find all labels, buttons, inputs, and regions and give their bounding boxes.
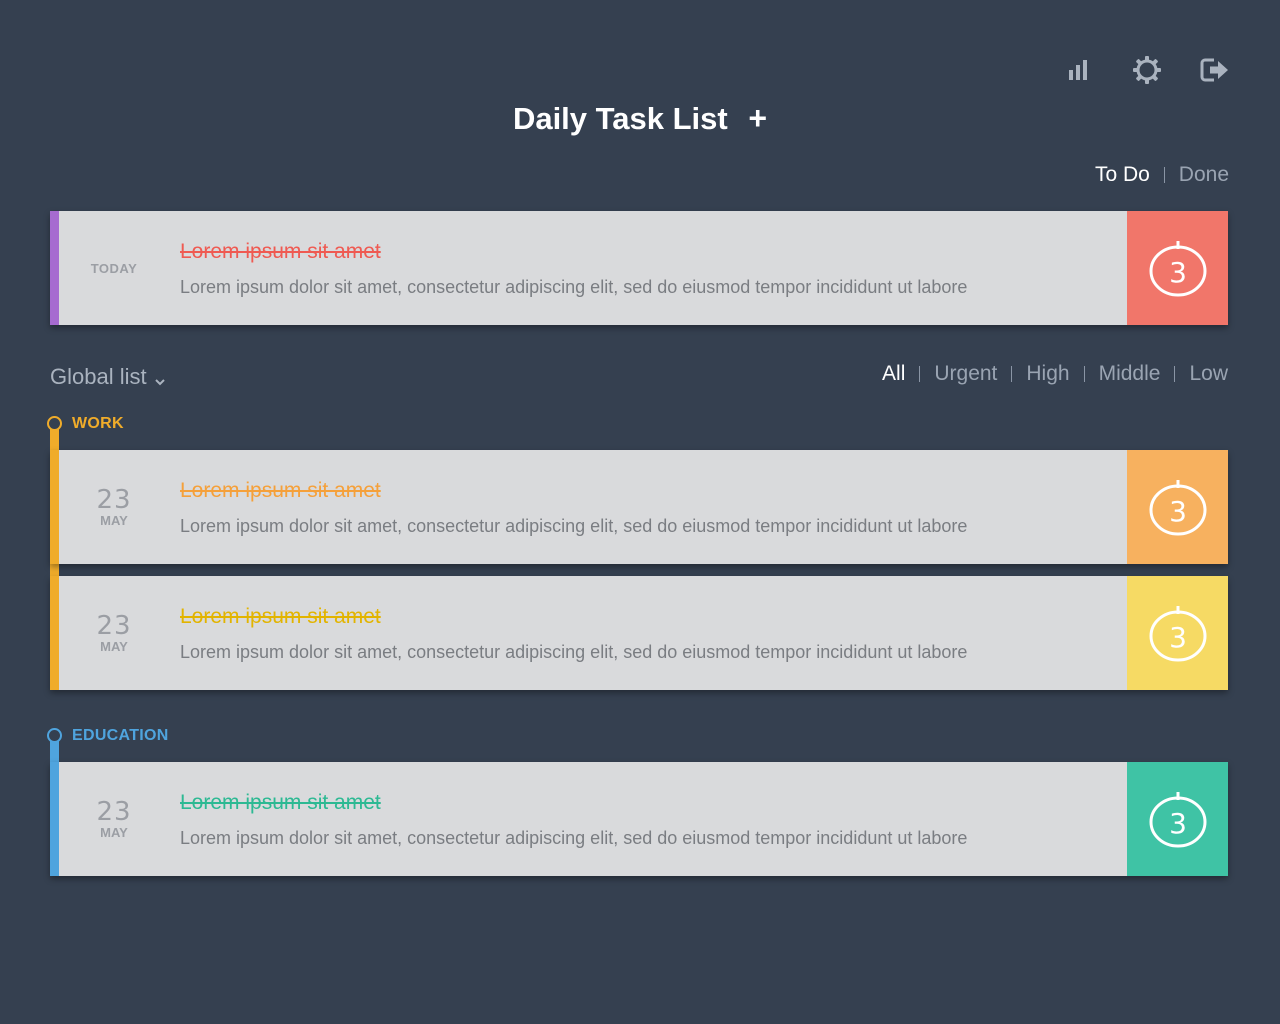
- category-node-work: [47, 416, 62, 431]
- pomodoro-button[interactable]: 3: [1127, 211, 1228, 325]
- task-title[interactable]: Lorem ipsum sit amet: [180, 605, 381, 629]
- filter-divider: [1083, 366, 1085, 382]
- priority-stripe: [50, 211, 59, 325]
- task-date: 23 MAY: [59, 762, 169, 876]
- tomato-icon: 3: [1149, 480, 1206, 536]
- pomodoro-count: 3: [1169, 256, 1187, 289]
- task-day: 23: [96, 797, 132, 827]
- filter-divider: [1174, 366, 1176, 382]
- pomodoro-button[interactable]: 3: [1127, 450, 1228, 564]
- task-card[interactable]: 23 MAY Lorem ipsum sit amet Lorem ipsum …: [50, 576, 1228, 690]
- pomodoro-count: 3: [1169, 807, 1187, 840]
- filter-divider: [919, 366, 921, 382]
- priority-stripe: [50, 576, 59, 690]
- filter-divider: [1011, 366, 1013, 382]
- tomato-icon: 3: [1149, 606, 1206, 662]
- toolbar: [1064, 55, 1230, 85]
- page-title: Daily Task List: [512, 101, 728, 136]
- tomato-icon: 3: [1149, 792, 1206, 848]
- task-date: 23 MAY: [59, 450, 169, 564]
- category-label-education: EDUCATION: [72, 727, 169, 744]
- filter-middle[interactable]: Middle: [1099, 362, 1161, 386]
- page-header: Daily Task List +: [0, 100, 1280, 137]
- task-description: Lorem ipsum dolor sit amet, consectetur …: [180, 277, 968, 297]
- category-label-work: WORK: [72, 415, 124, 432]
- task-title[interactable]: Lorem ipsum sit amet: [180, 240, 381, 264]
- tab-divider: [1163, 167, 1165, 183]
- filter-low[interactable]: Low: [1189, 362, 1228, 386]
- task-month: MAY: [100, 639, 128, 654]
- today-task-card[interactable]: TODAY Lorem ipsum sit amet Lorem ipsum d…: [50, 211, 1228, 325]
- task-month: MAY: [100, 513, 128, 528]
- add-task-button[interactable]: +: [748, 100, 767, 137]
- pomodoro-count: 3: [1169, 495, 1187, 528]
- task-description: Lorem ipsum dolor sit amet, consectetur …: [180, 516, 968, 536]
- task-day: 23: [96, 485, 132, 515]
- task-month: MAY: [100, 825, 128, 840]
- list-selector[interactable]: Global list: [50, 362, 165, 392]
- task-day: 23: [96, 611, 132, 641]
- bar-chart-icon[interactable]: [1064, 55, 1094, 85]
- list-selector-label: Global list: [50, 364, 147, 389]
- task-description: Lorem ipsum dolor sit amet, consectetur …: [180, 828, 968, 848]
- task-title[interactable]: Lorem ipsum sit amet: [180, 479, 381, 503]
- pomodoro-button[interactable]: 3: [1127, 576, 1228, 690]
- list-toolbar: Global list All Urgent High Middle Low: [50, 362, 1228, 392]
- priority-stripe: [50, 762, 59, 876]
- filter-all[interactable]: All: [882, 362, 905, 386]
- pomodoro-count: 3: [1169, 621, 1187, 654]
- app-window: Daily Task List + To Do Done TODAY Lorem…: [0, 0, 1280, 1024]
- pomodoro-button[interactable]: 3: [1127, 762, 1228, 876]
- category-node-education: [47, 728, 62, 743]
- tab-to-do[interactable]: To Do: [1095, 163, 1150, 187]
- chevron-down-icon: [154, 366, 165, 392]
- filter-urgent[interactable]: Urgent: [934, 362, 997, 386]
- priority-stripe: [50, 450, 59, 564]
- tab-done[interactable]: Done: [1179, 163, 1229, 187]
- today-label: TODAY: [90, 260, 138, 276]
- tomato-icon: 3: [1149, 241, 1206, 297]
- view-tabs: To Do Done: [1095, 163, 1229, 187]
- task-date: TODAY: [59, 211, 169, 325]
- task-date: 23 MAY: [59, 576, 169, 690]
- filter-high[interactable]: High: [1026, 362, 1069, 386]
- task-title[interactable]: Lorem ipsum sit amet: [180, 791, 381, 815]
- task-card[interactable]: 23 MAY Lorem ipsum sit amet Lorem ipsum …: [50, 762, 1228, 876]
- task-description: Lorem ipsum dolor sit amet, consectetur …: [180, 642, 968, 662]
- gear-icon[interactable]: [1132, 55, 1162, 85]
- task-card[interactable]: 23 MAY Lorem ipsum sit amet Lorem ipsum …: [50, 450, 1228, 564]
- priority-filters: All Urgent High Middle Low: [882, 362, 1228, 386]
- logout-icon[interactable]: [1200, 55, 1230, 85]
